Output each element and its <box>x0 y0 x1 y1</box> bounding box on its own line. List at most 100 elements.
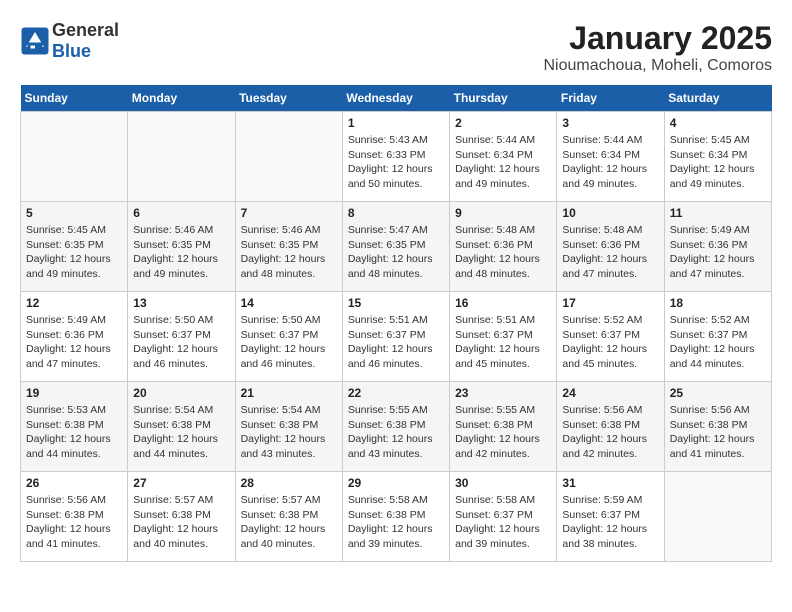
day-info: Sunrise: 5:57 AM Sunset: 6:38 PM Dayligh… <box>133 493 229 552</box>
day-number: 1 <box>348 116 444 130</box>
day-number: 15 <box>348 296 444 310</box>
day-number: 16 <box>455 296 551 310</box>
day-number: 18 <box>670 296 766 310</box>
page-header: General Blue January 2025 Nioumachoua, M… <box>20 20 772 75</box>
calendar-cell: 28 Sunrise: 5:57 AM Sunset: 6:38 PM Dayli… <box>235 472 342 562</box>
calendar-cell: 26 Sunrise: 5:56 AM Sunset: 6:38 PM Dayli… <box>21 472 128 562</box>
day-number: 21 <box>241 386 337 400</box>
weekday-header-wednesday: Wednesday <box>342 85 449 112</box>
day-number: 6 <box>133 206 229 220</box>
day-info: Sunrise: 5:56 AM Sunset: 6:38 PM Dayligh… <box>562 403 658 462</box>
day-number: 22 <box>348 386 444 400</box>
day-number: 14 <box>241 296 337 310</box>
day-number: 30 <box>455 476 551 490</box>
calendar-cell: 30Sunrise: 5:58 AM Sunset: 6:37 PM Dayli… <box>450 472 557 562</box>
weekday-header-friday: Friday <box>557 85 664 112</box>
day-number: 13 <box>133 296 229 310</box>
day-number: 26 <box>26 476 122 490</box>
calendar-cell <box>235 112 342 202</box>
day-info: Sunrise: 5:49 AM Sunset: 6:36 PM Dayligh… <box>26 313 122 372</box>
calendar-cell: 20 Sunrise: 5:54 AM Sunset: 6:38 PM Dayli… <box>128 382 235 472</box>
calendar-week-1: 1Sunrise: 5:43 AM Sunset: 6:33 PM Daylig… <box>21 112 772 202</box>
day-info: Sunrise: 5:44 AM Sunset: 6:34 PM Dayligh… <box>455 133 551 192</box>
calendar-cell: 8 Sunrise: 5:47 AM Sunset: 6:35 PM Daylig… <box>342 202 449 292</box>
calendar-cell: 27 Sunrise: 5:57 AM Sunset: 6:38 PM Dayli… <box>128 472 235 562</box>
calendar-cell: 21 Sunrise: 5:54 AM Sunset: 6:38 PM Dayli… <box>235 382 342 472</box>
day-info: Sunrise: 5:51 AM Sunset: 6:37 PM Dayligh… <box>348 313 444 372</box>
weekday-header-monday: Monday <box>128 85 235 112</box>
calendar-cell: 31 Sunrise: 5:59 AM Sunset: 6:37 PM Dayli… <box>557 472 664 562</box>
day-info: Sunrise: 5:50 AM Sunset: 6:37 PM Dayligh… <box>241 313 337 372</box>
day-info: Sunrise: 5:54 AM Sunset: 6:38 PM Dayligh… <box>133 403 229 462</box>
calendar-cell: 23Sunrise: 5:55 AM Sunset: 6:38 PM Dayli… <box>450 382 557 472</box>
calendar-week-5: 26 Sunrise: 5:56 AM Sunset: 6:38 PM Dayli… <box>21 472 772 562</box>
day-info: Sunrise: 5:45 AM Sunset: 6:34 PM Dayligh… <box>670 133 766 192</box>
logo-icon <box>20 26 50 56</box>
day-number: 3 <box>562 116 658 130</box>
day-number: 12 <box>26 296 122 310</box>
logo-text-blue: Blue <box>52 41 91 61</box>
day-info: Sunrise: 5:47 AM Sunset: 6:35 PM Dayligh… <box>348 223 444 282</box>
day-number: 4 <box>670 116 766 130</box>
day-number: 29 <box>348 476 444 490</box>
calendar-cell <box>664 472 771 562</box>
calendar-cell <box>21 112 128 202</box>
weekday-header-sunday: Sunday <box>21 85 128 112</box>
day-info: Sunrise: 5:44 AM Sunset: 6:34 PM Dayligh… <box>562 133 658 192</box>
day-number: 11 <box>670 206 766 220</box>
day-number: 9 <box>455 206 551 220</box>
month-title: January 2025 <box>543 20 772 57</box>
day-info: Sunrise: 5:51 AM Sunset: 6:37 PM Dayligh… <box>455 313 551 372</box>
day-info: Sunrise: 5:56 AM Sunset: 6:38 PM Dayligh… <box>26 493 122 552</box>
weekday-header-thursday: Thursday <box>450 85 557 112</box>
day-info: Sunrise: 5:52 AM Sunset: 6:37 PM Dayligh… <box>562 313 658 372</box>
logo-text-general: General <box>52 20 119 40</box>
title-block: January 2025 Nioumachoua, Moheli, Comoro… <box>543 20 772 75</box>
day-info: Sunrise: 5:48 AM Sunset: 6:36 PM Dayligh… <box>562 223 658 282</box>
calendar-cell: 13Sunrise: 5:50 AM Sunset: 6:37 PM Dayli… <box>128 292 235 382</box>
day-number: 31 <box>562 476 658 490</box>
calendar-week-4: 19Sunrise: 5:53 AM Sunset: 6:38 PM Dayli… <box>21 382 772 472</box>
calendar-cell: 24 Sunrise: 5:56 AM Sunset: 6:38 PM Dayli… <box>557 382 664 472</box>
day-info: Sunrise: 5:57 AM Sunset: 6:38 PM Dayligh… <box>241 493 337 552</box>
day-info: Sunrise: 5:53 AM Sunset: 6:38 PM Dayligh… <box>26 403 122 462</box>
calendar-cell: 18 Sunrise: 5:52 AM Sunset: 6:37 PM Dayli… <box>664 292 771 382</box>
day-number: 8 <box>348 206 444 220</box>
location-title: Nioumachoua, Moheli, Comoros <box>543 57 772 75</box>
day-info: Sunrise: 5:55 AM Sunset: 6:38 PM Dayligh… <box>348 403 444 462</box>
calendar-table: SundayMondayTuesdayWednesdayThursdayFrid… <box>20 85 772 562</box>
day-number: 2 <box>455 116 551 130</box>
calendar-body: 1Sunrise: 5:43 AM Sunset: 6:33 PM Daylig… <box>21 112 772 562</box>
day-info: Sunrise: 5:49 AM Sunset: 6:36 PM Dayligh… <box>670 223 766 282</box>
calendar-cell <box>128 112 235 202</box>
day-number: 25 <box>670 386 766 400</box>
day-info: Sunrise: 5:45 AM Sunset: 6:35 PM Dayligh… <box>26 223 122 282</box>
day-info: Sunrise: 5:59 AM Sunset: 6:37 PM Dayligh… <box>562 493 658 552</box>
calendar-cell: 11 Sunrise: 5:49 AM Sunset: 6:36 PM Dayli… <box>664 202 771 292</box>
day-number: 24 <box>562 386 658 400</box>
calendar-cell: 22 Sunrise: 5:55 AM Sunset: 6:38 PM Dayli… <box>342 382 449 472</box>
day-info: Sunrise: 5:54 AM Sunset: 6:38 PM Dayligh… <box>241 403 337 462</box>
day-info: Sunrise: 5:55 AM Sunset: 6:38 PM Dayligh… <box>455 403 551 462</box>
day-number: 10 <box>562 206 658 220</box>
calendar-cell: 12 Sunrise: 5:49 AM Sunset: 6:36 PM Dayli… <box>21 292 128 382</box>
calendar-cell: 14 Sunrise: 5:50 AM Sunset: 6:37 PM Dayli… <box>235 292 342 382</box>
calendar-cell: 6 Sunrise: 5:46 AM Sunset: 6:35 PM Daylig… <box>128 202 235 292</box>
calendar-cell: 16 Sunrise: 5:51 AM Sunset: 6:37 PM Dayli… <box>450 292 557 382</box>
day-number: 20 <box>133 386 229 400</box>
day-info: Sunrise: 5:52 AM Sunset: 6:37 PM Dayligh… <box>670 313 766 372</box>
day-number: 17 <box>562 296 658 310</box>
calendar-cell: 17 Sunrise: 5:52 AM Sunset: 6:37 PM Dayli… <box>557 292 664 382</box>
day-info: Sunrise: 5:56 AM Sunset: 6:38 PM Dayligh… <box>670 403 766 462</box>
day-info: Sunrise: 5:58 AM Sunset: 6:38 PM Dayligh… <box>348 493 444 552</box>
day-info: Sunrise: 5:48 AM Sunset: 6:36 PM Dayligh… <box>455 223 551 282</box>
calendar-week-2: 5Sunrise: 5:45 AM Sunset: 6:35 PM Daylig… <box>21 202 772 292</box>
weekday-header-saturday: Saturday <box>664 85 771 112</box>
day-number: 28 <box>241 476 337 490</box>
day-info: Sunrise: 5:46 AM Sunset: 6:35 PM Dayligh… <box>133 223 229 282</box>
logo: General Blue <box>20 20 119 62</box>
day-number: 27 <box>133 476 229 490</box>
day-info: Sunrise: 5:46 AM Sunset: 6:35 PM Dayligh… <box>241 223 337 282</box>
calendar-cell: 10 Sunrise: 5:48 AM Sunset: 6:36 PM Dayli… <box>557 202 664 292</box>
calendar-cell: 29 Sunrise: 5:58 AM Sunset: 6:38 PM Dayli… <box>342 472 449 562</box>
